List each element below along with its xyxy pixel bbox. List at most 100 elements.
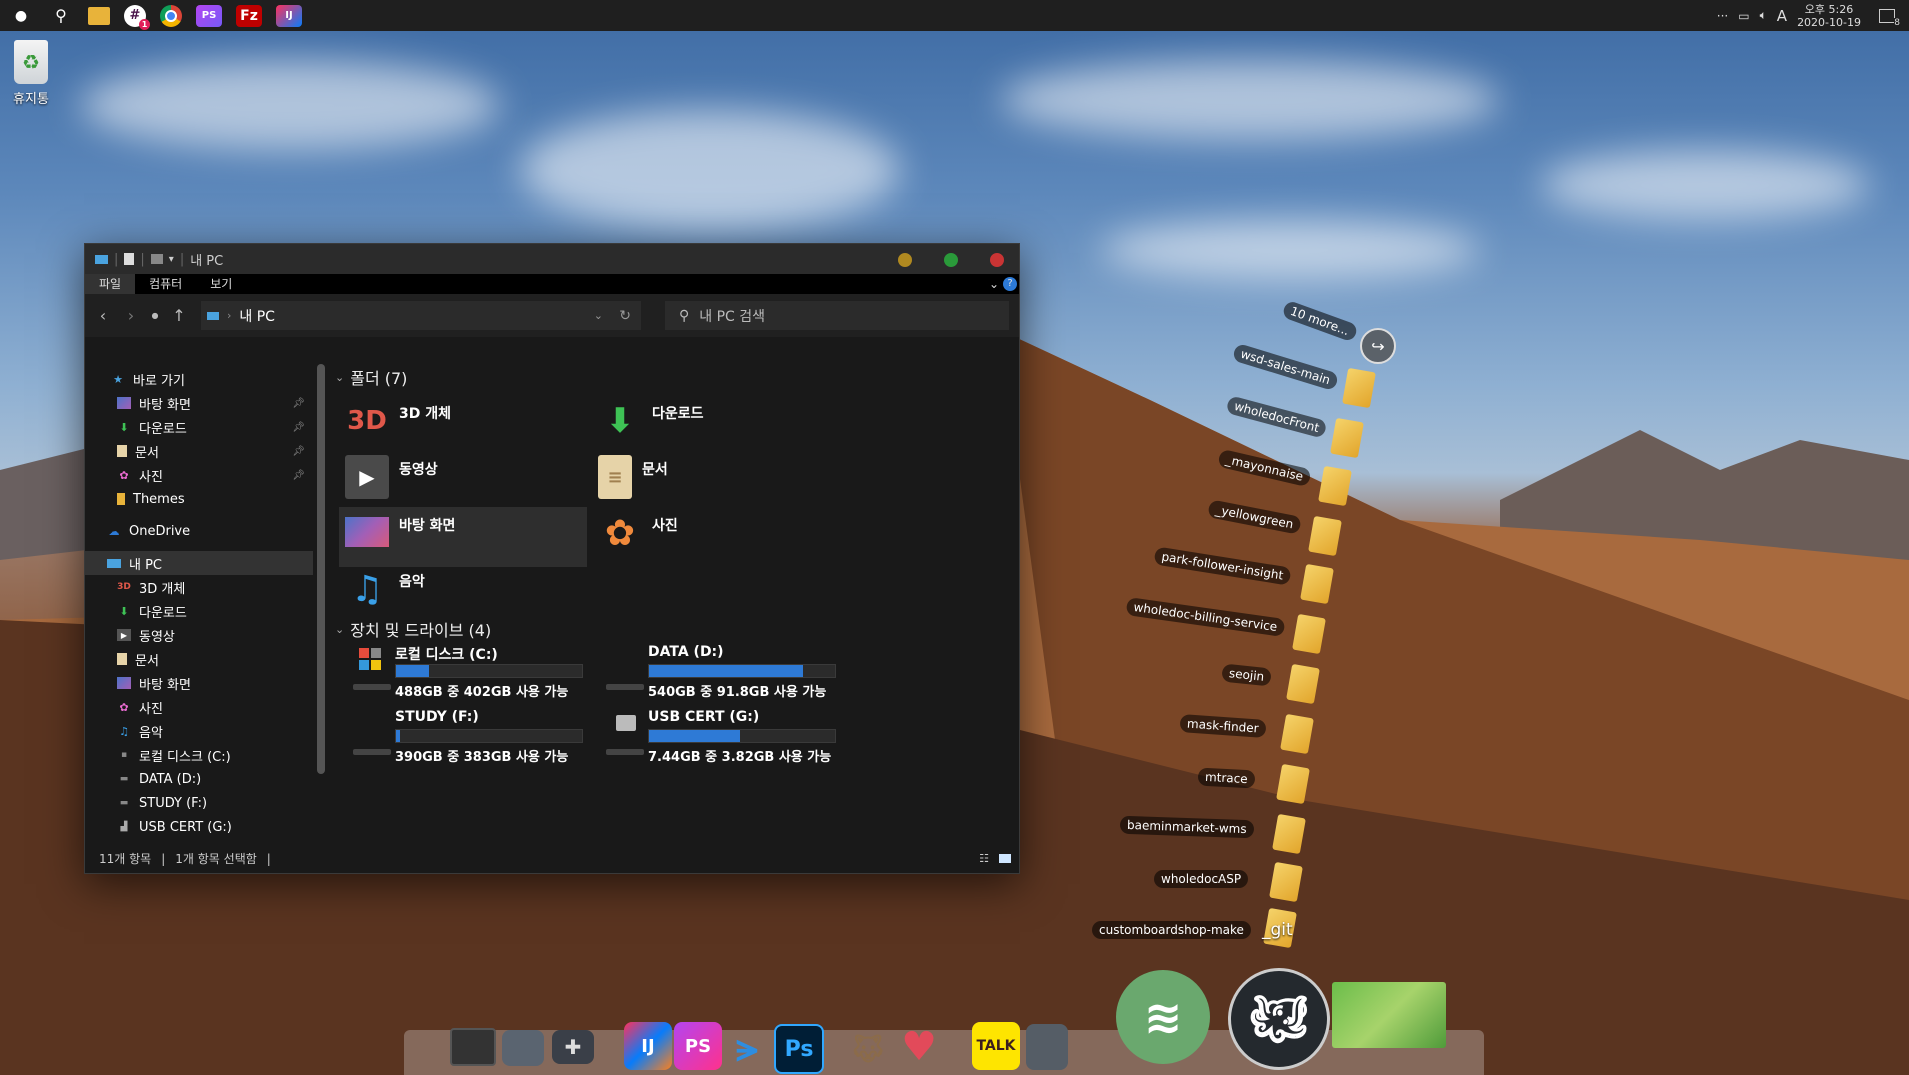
monitor-icon[interactable] [450,1028,496,1066]
nav-label: 동영상 [139,629,175,645]
back-button[interactable]: ‹ [93,306,113,325]
nav-quick-desktop[interactable]: 바탕 화면 📌︎ [85,391,313,415]
maximize-button[interactable] [944,253,958,267]
pin-icon[interactable]: 📌︎ [292,446,305,457]
apple-icon[interactable]: ● [8,5,34,27]
folder-pictures[interactable]: ✿ 사진 [598,511,846,563]
nav-pc-desktop[interactable]: 바탕 화면 [85,671,313,695]
spotify-icon[interactable]: ≋ [1116,970,1210,1064]
stack-item[interactable]: wholedocASP [1154,870,1249,888]
volume-icon[interactable]: 🔈︎ [1760,8,1767,23]
up-button[interactable]: ↑ [169,306,189,325]
open-in-finder-icon[interactable]: ↪ [1360,328,1396,364]
nav-pc-drive-d[interactable]: ▬ DATA (D:) [85,767,313,791]
title-bar[interactable]: | | ▾ | 내 PC [85,244,1019,274]
nav-pc-3d[interactable]: 3D 3D 개체 [85,575,313,599]
ime-indicator[interactable]: A [1777,7,1787,25]
file-explorer-icon[interactable] [88,6,110,25]
recycle-bin[interactable]: ♻ 휴지통 [8,40,54,107]
nav-pc-documents[interactable]: 문서 [85,647,313,671]
nav-pc-pictures[interactable]: ✿ 사진 [85,695,313,719]
notification-icon[interactable]: 8 [1879,8,1900,28]
phpstorm-icon[interactable]: PS [674,1022,722,1070]
recent-locations-button[interactable]: ● [145,311,165,320]
drive-d[interactable]: DATA (D:) 540GB 중 91.8GB 사용 가능 [598,644,846,704]
heart-icon[interactable]: ♥ [896,1024,942,1070]
folder-3d-objects[interactable]: 3D 3D 개체 [345,399,593,451]
folder-documents[interactable]: ≡ 문서 [598,455,846,507]
nav-pc-drive-g[interactable]: ▟ USB CERT (G:) [85,815,313,839]
network-icon[interactable]: ▭ [1738,9,1749,23]
drive-name: DATA (D:) [648,644,724,660]
tab-computer[interactable]: 컴퓨터 [135,274,196,294]
folder-music[interactable]: ♫ 음악 [345,567,593,619]
nav-pc-drive-f[interactable]: ▬ STUDY (F:) [85,791,313,815]
stack-item[interactable]: mtrace [1197,767,1256,789]
download-icon: ⬇ [119,420,129,434]
folder-downloads[interactable]: ⬇ 다운로드 [598,399,846,451]
drive-f[interactable]: STUDY (F:) 390GB 중 383GB 사용 가능 [345,709,593,769]
pin-icon[interactable]: 📌︎ [292,422,305,433]
tab-file[interactable]: 파일 [85,274,136,294]
details-view-icon[interactable]: ☷ [979,852,989,865]
forward-button[interactable]: › [121,306,141,325]
phpstorm-icon[interactable]: PS [196,4,222,27]
files-icon[interactable] [502,1030,544,1066]
vscode-icon[interactable]: ⪫ [724,1024,770,1070]
expand-ribbon-icon[interactable]: ⌄ [989,274,999,294]
nav-this-pc[interactable]: 내 PC [85,551,313,575]
photoshop-icon[interactable]: Ps [774,1024,824,1074]
new-folder-icon[interactable] [150,254,163,264]
filezilla-icon[interactable]: Fz [236,4,262,27]
nav-quick-themes[interactable]: Themes [85,487,313,511]
kakaotalk-icon[interactable]: TALK [972,1022,1020,1070]
customize-dropdown-icon[interactable]: ▾ [169,254,174,265]
nav-onedrive[interactable]: ☁ OneDrive [85,519,313,543]
nav-label: Themes [133,491,185,507]
folders-section-header[interactable]: ⌄ 폴더 (7) [335,365,1019,389]
pin-icon[interactable]: 📌︎ [292,398,305,409]
slack-icon[interactable]: # 1 [124,4,150,30]
nav-quick-access[interactable]: ★ 바로 가기 [85,367,313,391]
game-thumbnail[interactable] [1332,982,1446,1048]
nav-quick-documents[interactable]: 문서 📌︎ [85,439,313,463]
drive-base-icon [606,684,644,690]
tray-more[interactable]: ··· [1717,9,1728,23]
minimize-button[interactable] [898,253,912,267]
nav-pc-music[interactable]: ♫ 음악 [85,719,313,743]
tab-view[interactable]: 보기 [196,274,246,294]
folder-desktop[interactable]: 바탕 화면 [339,507,587,567]
pin-icon[interactable]: 📌︎ [292,470,305,481]
nav-pc-downloads[interactable]: ⬇ 다운로드 [85,599,313,623]
nav-quick-pictures[interactable]: ✿ 사진 📌︎ [85,463,313,487]
clock[interactable]: 오후 5:26 2020-10-19 [1797,3,1861,29]
folder-videos[interactable]: ▶ 동영상 [345,455,593,507]
trash-icon[interactable] [1026,1024,1068,1070]
search-icon[interactable]: ⚲ [48,5,74,27]
intellij-icon[interactable]: IJ [624,1022,672,1070]
stack-item[interactable]: customboardshop-make [1092,921,1251,939]
help-icon[interactable]: ? [1003,277,1017,291]
drives-section-header[interactable]: ⌄ 장치 및 드라이브 (4) [335,617,491,641]
close-button[interactable] [990,253,1004,267]
nav-pc-videos[interactable]: ▶ 동영상 [85,623,313,647]
github-icon[interactable]: 🐙︎ [1228,968,1330,1070]
gamepad-icon[interactable]: ✚ [552,1030,594,1064]
git-folder-label[interactable]: _git [1262,920,1293,940]
notification-count: 8 [1894,17,1900,28]
properties-icon[interactable] [124,253,135,265]
gimp-icon[interactable]: 🐺︎ [846,1028,890,1068]
address-dropdown-icon[interactable]: ⌄ [594,309,603,322]
refresh-icon[interactable]: ↻ [619,308,631,324]
search-box[interactable]: ⚲ 내 PC 검색 [665,301,1009,330]
nav-scrollbar[interactable] [317,364,325,774]
chrome-icon[interactable] [160,4,182,27]
drive-g[interactable]: USB CERT (G:) 7.44GB 중 3.82GB 사용 가능 [598,709,846,769]
intellij-icon[interactable]: IJ [276,4,302,27]
nav-pc-drive-c[interactable]: ▪ 로컬 디스크 (C:) [85,743,313,767]
address-bar[interactable]: › 내 PC ⌄ ↻ [201,301,641,330]
nav-quick-downloads[interactable]: ⬇ 다운로드 📌︎ [85,415,313,439]
tiles-view-icon[interactable] [999,854,1011,863]
nav-label: 3D 개체 [139,581,186,597]
drive-c[interactable]: 로컬 디스크 (C:) 488GB 중 402GB 사용 가능 [345,644,593,704]
